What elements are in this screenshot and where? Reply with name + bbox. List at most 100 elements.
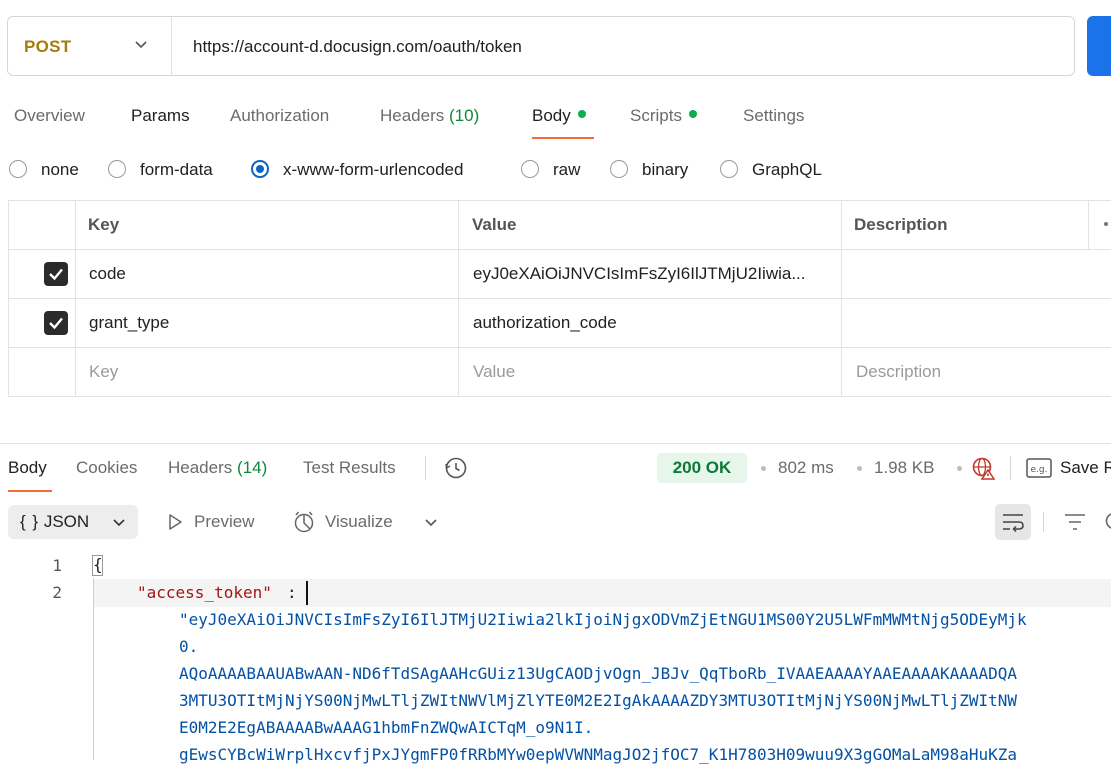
tab-params[interactable]: Params (131, 106, 190, 126)
wrap-lines-icon (1001, 512, 1025, 532)
tab-overview[interactable]: Overview (14, 106, 85, 126)
format-select-label: { } JSON (20, 512, 89, 532)
column-header-value: Value (472, 215, 516, 235)
tab-scripts[interactable]: Scripts (630, 106, 697, 126)
column-divider (841, 200, 842, 397)
visualize-icon[interactable] (292, 510, 316, 534)
radio-urlencoded-label[interactable]: x-www-form-urlencoded (283, 160, 463, 180)
new-value-input[interactable]: Value (473, 362, 515, 382)
radio-graphql[interactable] (720, 160, 738, 178)
separator-dot (761, 466, 766, 471)
param-value[interactable]: eyJ0eXAiOiJNVCIsImFsZyI6IlJTMjU2Iiwia... (473, 264, 806, 284)
json-string-line[interactable]: "eyJ0eXAiOiJNVCIsImFsZyI6IlJTMjU2Iiwia2l… (179, 610, 1027, 629)
tab-settings[interactable]: Settings (743, 106, 804, 126)
modified-dot-icon (578, 110, 586, 118)
tab-body[interactable]: Body (532, 106, 586, 126)
network-globe-icon[interactable] (971, 455, 997, 481)
preview-button[interactable]: Preview (194, 512, 254, 532)
toolbar-divider (1043, 512, 1044, 532)
method-select[interactable]: POST (24, 37, 72, 57)
indent-guide (93, 578, 94, 760)
json-string-line[interactable]: AQoAAAABAAUABwAAN-ND6fTdSAgAAHcGUiz13UgC… (179, 664, 1017, 683)
response-size[interactable]: 1.98 KB (874, 458, 935, 478)
response-divider (0, 443, 1111, 444)
radio-none-label[interactable]: none (41, 160, 79, 180)
status-badge[interactable]: 200 OK (657, 453, 747, 483)
table-divider (8, 249, 1111, 250)
send-button[interactable] (1087, 16, 1111, 76)
code-open-brace[interactable]: { (93, 555, 103, 574)
checkmark-icon (47, 265, 65, 283)
column-header-key: Key (88, 215, 119, 235)
response-tab-headers[interactable]: Headers (14) (168, 458, 267, 478)
line-number: 1 (32, 556, 62, 575)
json-string-line[interactable]: E0M2E2EgABAAAABwAAAG1hbmFnZWQwAICTqM_o9N… (179, 718, 593, 737)
param-key[interactable]: grant_type (89, 313, 169, 333)
line-number: 2 (32, 583, 62, 602)
tab-headers-label: Headers (380, 106, 444, 125)
param-key[interactable]: code (89, 264, 126, 284)
search-icon[interactable] (1102, 510, 1111, 534)
param-value[interactable]: authorization_code (473, 313, 617, 333)
chevron-down-icon[interactable] (423, 514, 439, 530)
json-colon: : (287, 583, 297, 602)
separator-dot (857, 466, 862, 471)
new-key-input[interactable]: Key (89, 362, 118, 382)
url-input[interactable]: https://account-d.docusign.com/oauth/tok… (193, 37, 522, 57)
braces-icon: { } (20, 512, 39, 531)
save-example-icon[interactable]: e.g. (1026, 456, 1052, 480)
radio-none[interactable] (9, 160, 27, 178)
response-tab-cookies[interactable]: Cookies (76, 458, 137, 478)
json-key[interactable]: "access_token" (137, 583, 272, 602)
toolbar-divider (1010, 456, 1011, 480)
tab-authorization[interactable]: Authorization (230, 106, 329, 126)
format-value: JSON (44, 512, 89, 531)
column-divider (1088, 200, 1089, 249)
radio-graphql-label[interactable]: GraphQL (752, 160, 822, 180)
toolbar-divider (425, 456, 426, 480)
column-divider (458, 200, 459, 397)
table-divider (8, 298, 1111, 299)
radio-binary-label[interactable]: binary (642, 160, 688, 180)
column-divider (75, 200, 76, 397)
row-checkbox[interactable] (44, 311, 68, 335)
separator-dot (957, 466, 962, 471)
json-string-line[interactable]: 0. (179, 637, 198, 656)
radio-form-data[interactable] (108, 160, 126, 178)
svg-text:e.g.: e.g. (1031, 465, 1048, 475)
radio-binary[interactable] (610, 160, 628, 178)
play-icon[interactable] (165, 512, 185, 532)
tab-headers-count: (10) (449, 106, 479, 125)
response-tab-headers-count: (14) (237, 458, 267, 477)
url-bar (7, 16, 1075, 76)
tab-body-label: Body (532, 106, 571, 125)
chevron-down-icon[interactable] (133, 36, 149, 52)
checkmark-icon (47, 314, 65, 332)
url-divider (171, 17, 172, 75)
modified-dot-icon (689, 110, 697, 118)
save-response-button[interactable]: Save R (1060, 458, 1111, 478)
new-description-input[interactable]: Description (856, 362, 941, 382)
response-time[interactable]: 802 ms (778, 458, 834, 478)
radio-raw-label[interactable]: raw (553, 160, 580, 180)
json-string-line[interactable]: gEwsCYBcWiWrplHxcvfjPxJYgmFP0fRRbMYw0epW… (179, 745, 1017, 764)
visualize-button[interactable]: Visualize (325, 512, 393, 532)
response-tab-headers-label: Headers (168, 458, 232, 477)
active-response-tab-indicator (8, 490, 52, 492)
table-divider (8, 347, 1111, 348)
radio-urlencoded[interactable] (251, 160, 269, 178)
wrap-lines-button[interactable] (995, 504, 1031, 540)
row-checkbox[interactable] (44, 262, 68, 286)
response-tab-body[interactable]: Body (8, 458, 47, 478)
active-tab-indicator (532, 137, 594, 139)
chevron-down-icon (111, 514, 127, 530)
filter-icon[interactable] (1063, 512, 1087, 532)
tab-headers[interactable]: Headers (10) (380, 106, 479, 126)
history-icon[interactable] (443, 455, 469, 481)
response-tab-test-results[interactable]: Test Results (303, 458, 396, 478)
radio-form-data-label[interactable]: form-data (140, 160, 213, 180)
more-options-icon[interactable] (1104, 222, 1108, 226)
radio-raw[interactable] (521, 160, 539, 178)
json-string-line[interactable]: 3MTU3OTItMjNjYS00NjMwLTljZWItNWVlMjZlYTE… (179, 691, 1017, 710)
tab-scripts-label: Scripts (630, 106, 682, 125)
